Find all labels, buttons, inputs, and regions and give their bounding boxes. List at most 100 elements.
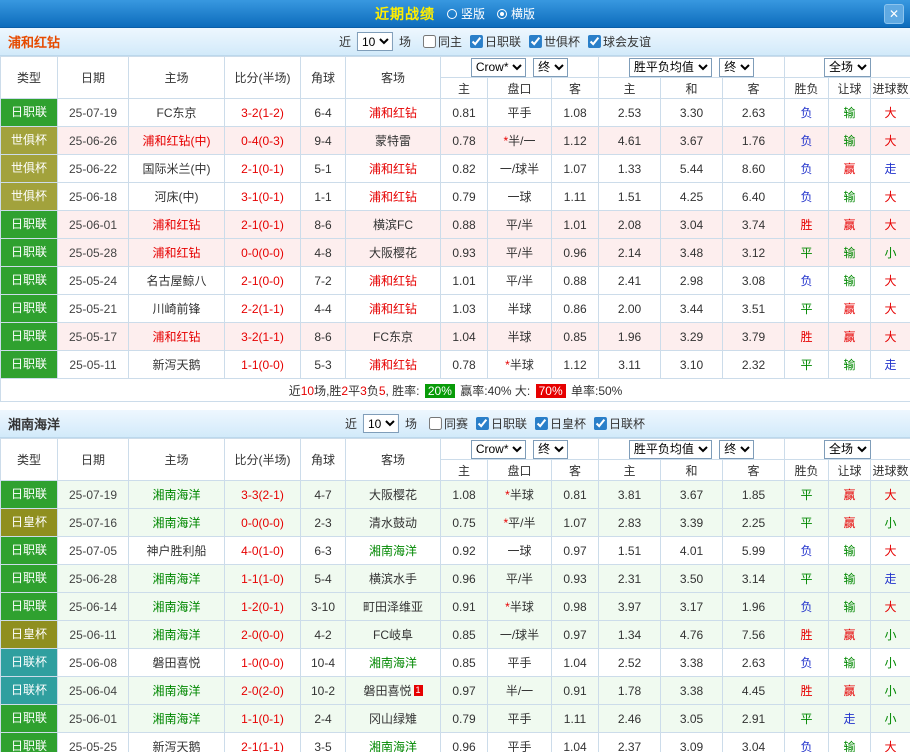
home-team: 新泻天鹅 [152, 358, 201, 372]
odds-away-win: 1.96 [722, 592, 786, 621]
result-outcome: 平 [784, 350, 830, 379]
handicap-home-odds: 0.85 [440, 620, 488, 649]
corners-score: 4-4 [300, 294, 346, 323]
filter-option[interactable]: 日联杯 [594, 415, 645, 432]
filter-checkbox[interactable] [422, 34, 436, 48]
match-row: 日职联 25-06-28 湘南海洋 1-1(1-0) 5-4 横滨水手 0.96… [0, 564, 910, 593]
handicap-line: 平/半 [487, 564, 552, 593]
away-team: 町田泽维亚 [362, 600, 423, 614]
away-team: 横滨水手 [368, 572, 417, 586]
odds-final-select[interactable]: 终 [719, 57, 755, 77]
filter-checkbox[interactable] [476, 416, 489, 430]
home-team: 名古屋鲸八 [146, 274, 207, 288]
recent-count-select[interactable]: 10 [356, 32, 393, 51]
odds-final-select[interactable]: 终 [719, 439, 755, 459]
match-score: 2-0(2-0) [224, 676, 301, 705]
filter-option[interactable]: 球会友谊 [588, 33, 651, 50]
odds-source-select[interactable]: 胜平负均值 [628, 57, 712, 77]
handicap-away-odds: 0.81 [550, 480, 600, 509]
close-button[interactable]: ✕ [884, 4, 904, 24]
col-header-type: 类型 [0, 56, 58, 99]
match-score: 2-1(0-1) [224, 210, 301, 239]
handicap-away-odds: 1.01 [550, 210, 600, 239]
handicap-away-odds: 0.98 [550, 592, 600, 621]
odds-away-win: 2.32 [722, 350, 786, 379]
handicap-home-odds: 0.81 [440, 98, 488, 127]
filter-checkbox[interactable] [535, 416, 549, 430]
corners-score: 2-3 [300, 508, 346, 537]
result-handicap: 赢 [828, 620, 872, 649]
col-header-away: 客场 [345, 56, 441, 99]
result-goals: 大 [870, 294, 910, 323]
section-header: 湘南海洋 近 10 场 同赛 日职联 日皇杯 日联杯 [0, 410, 910, 438]
odds-draw: 3.17 [660, 592, 724, 621]
subcol-result: 胜负 [784, 77, 830, 99]
odds-draw: 3.30 [660, 98, 724, 127]
odds-source-select[interactable]: 胜平负均值 [628, 439, 712, 459]
handicap-home-odds: 0.97 [440, 676, 488, 705]
match-score: 1-1(0-0) [224, 350, 301, 379]
result-outcome: 负 [784, 648, 830, 677]
scope-select[interactable]: 全场 [824, 439, 872, 459]
odds-away-win: 5.99 [722, 536, 786, 565]
handicap-home-odds: 0.96 [440, 564, 488, 593]
handicap-away-odds: 0.97 [550, 620, 600, 649]
corners-score: 3-5 [300, 732, 346, 752]
filter-option[interactable]: 同赛 [428, 415, 468, 432]
corners-score: 2-4 [300, 704, 346, 733]
layout-option-horizontal[interactable]: 横版 [497, 5, 535, 22]
match-score: 4-0(1-0) [224, 536, 301, 565]
odds-away-win: 1.85 [722, 480, 786, 509]
handicap-final-select[interactable]: 终 [533, 439, 569, 459]
handicap-away-odds: 0.91 [550, 676, 600, 705]
summary-row: 近10场,胜2平3负5, 胜率: 20% 赢率:40% 大: 70% 单率:50… [0, 378, 910, 402]
corners-score: 8-6 [300, 210, 346, 239]
handicap-away-odds: 1.07 [550, 154, 600, 183]
filter-option[interactable]: 世俱杯 [529, 33, 580, 50]
odds-draw: 5.44 [660, 154, 724, 183]
result-goals: 大 [870, 98, 910, 127]
handicap-home-odds: 0.93 [440, 238, 488, 267]
filter-option[interactable]: 日皇杯 [535, 415, 586, 432]
filter-checkbox[interactable] [428, 416, 442, 430]
filter-checkbox[interactable] [594, 416, 608, 430]
filter-checkbox[interactable] [588, 34, 602, 48]
match-score: 3-2(1-1) [224, 322, 301, 351]
result-outcome: 负 [784, 182, 830, 211]
recent-count-select[interactable]: 10 [362, 414, 399, 433]
result-handicap: 赢 [828, 480, 872, 509]
handicap-away-odds: 1.12 [550, 126, 600, 155]
odds-draw: 3.67 [660, 480, 724, 509]
filter-option[interactable]: 日职联 [470, 33, 521, 50]
filter-checkbox[interactable] [470, 34, 483, 48]
handicap-final-select[interactable]: 终 [533, 57, 569, 77]
match-score: 3-2(1-2) [224, 98, 301, 127]
handicap-home-odds: 0.75 [440, 508, 488, 537]
result-goals: 大 [870, 210, 910, 239]
handicap-home-odds: 0.79 [440, 704, 488, 733]
odds-draw: 3.38 [660, 676, 724, 705]
layout-option-vertical[interactable]: 竖版 [446, 5, 485, 22]
handicap-line: 平/半 [487, 238, 552, 267]
scope-select[interactable]: 全场 [824, 57, 872, 77]
handicap-line: 一/球半 [487, 154, 552, 183]
filter-option[interactable]: 同主 [422, 33, 462, 50]
match-score: 2-0(0-0) [224, 620, 301, 649]
team-name: 湘南海洋 [8, 417, 61, 432]
subcol-handicap-result: 让球 [828, 459, 872, 481]
handicap-source-select[interactable]: Crow* [470, 57, 526, 77]
odds-away-win: 3.04 [722, 732, 786, 752]
odds-away-win: 3.12 [722, 238, 786, 267]
filter-option[interactable]: 日职联 [476, 415, 527, 432]
handicap-source-select[interactable]: Crow* [470, 439, 526, 459]
odds-draw: 3.39 [660, 508, 724, 537]
filter-checkbox[interactable] [529, 34, 543, 48]
match-row: 日职联 25-07-19 湘南海洋 3-3(2-1) 4-7 大阪樱花 1.08… [0, 480, 910, 509]
odds-draw: 3.67 [660, 126, 724, 155]
result-outcome: 平 [784, 564, 830, 593]
handicap-line: 半/一 [487, 676, 552, 705]
result-handicap: 输 [828, 536, 872, 565]
subcol-ah-home: 主 [440, 77, 488, 99]
result-goals: 小 [870, 238, 910, 267]
handicap-away-odds: 0.96 [550, 238, 600, 267]
